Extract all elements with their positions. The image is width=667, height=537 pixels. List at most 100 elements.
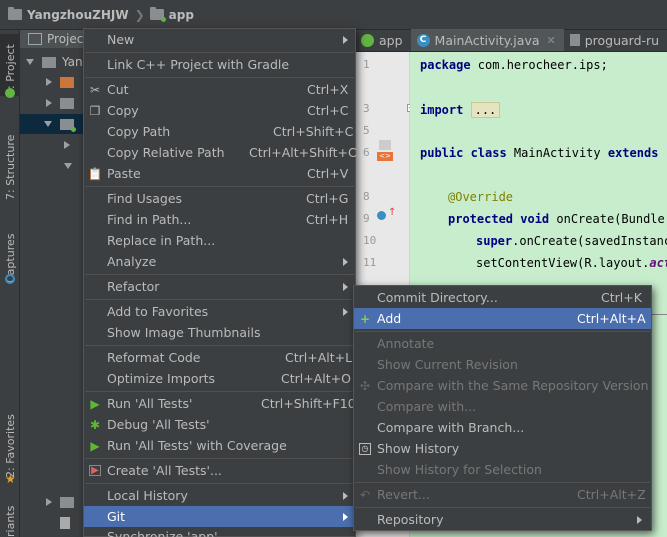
run-icon: ▶ [90, 396, 100, 411]
captures-icon [5, 274, 15, 284]
menu-item-label: Git [107, 509, 126, 524]
expand-arrow-icon[interactable] [26, 59, 34, 65]
menu-item-run-all-tests[interactable]: ▶ Run 'All Tests' Ctrl+Shift+F10 [84, 393, 355, 414]
tab-app[interactable]: app [355, 29, 411, 51]
submenu-arrow-icon [343, 491, 348, 500]
menu-item-show-image-thumbnails[interactable]: Show Image Thumbnails [84, 322, 355, 343]
menu-item-label: Annotate [377, 336, 435, 351]
breadcrumb-project[interactable]: YangzhouZHJW [8, 7, 129, 22]
file-icon [60, 517, 70, 529]
favorites-tool-tab-label: 2: Favorites [3, 414, 17, 478]
menu-item-local-history[interactable]: Local History [84, 485, 355, 506]
tab-main-activity[interactable]: C MainActivity.java ✕ [410, 29, 564, 51]
line-number: 5 [363, 124, 370, 137]
folded-imports[interactable]: ... [470, 102, 501, 118]
coverage-icon: ▶ [90, 438, 100, 453]
menu-item-label: Create 'All Tests'... [107, 463, 222, 478]
menu-item-run-with-coverage[interactable]: ▶ Run 'All Tests' with Coverage [84, 435, 355, 456]
menu-item-cut[interactable]: ✂ Cut Ctrl+X [84, 79, 355, 100]
menu-item-compare-with-branch[interactable]: Compare with Branch... [354, 417, 651, 438]
keyword: package [420, 58, 471, 72]
set-content-call: setContentView(R.layout. [476, 256, 650, 270]
menu-item-show-history[interactable]: ◷ Show History [354, 438, 651, 459]
package-name: com.herocheer.ips; [470, 58, 608, 72]
build-variants-tool-tab[interactable]: riants [0, 504, 20, 537]
menu-item-label: Find Usages [107, 191, 183, 206]
menu-item-add[interactable]: + Add Ctrl+Alt+A [354, 308, 651, 329]
structure-tool-tab[interactable]: 7: Structure [0, 120, 20, 200]
android-manifest-icon [379, 140, 391, 150]
android-icon [5, 88, 15, 98]
editor-tab-bar: app C MainActivity.java ✕ proguard-ru [355, 29, 667, 52]
keyword: extends [607, 146, 659, 160]
menu-item-annotate: Annotate [354, 333, 651, 354]
menu-item-label: Show History [377, 441, 460, 456]
code-line-oncreate: protected void onCreate(Bundle [448, 212, 665, 226]
menu-item-copy-path[interactable]: Copy Path Ctrl+Shift+C [84, 121, 355, 142]
menu-item-refactor[interactable]: Refactor [84, 276, 355, 297]
code-line-package: package com.herocheer.ips; [420, 58, 608, 72]
folder-icon [60, 97, 74, 109]
menu-item-synchronize[interactable]: Synchronize 'app' [84, 527, 355, 537]
menu-item-copy[interactable]: ❐ Copy Ctrl+C [84, 100, 355, 121]
menu-item-commit-directory[interactable]: Commit Directory... Ctrl+K [354, 287, 651, 308]
compare-icon: ✣ [359, 378, 371, 393]
module-folder-icon [60, 118, 76, 132]
menu-item-label: Find in Path... [107, 212, 192, 227]
menu-item-shortcut: Ctrl+G [306, 191, 349, 206]
menu-item-analyze[interactable]: Analyze [84, 251, 355, 272]
menu-item-link-cpp[interactable]: Link C++ Project with Gradle [84, 54, 355, 75]
code-line-super: super.onCreate(savedInstanc [476, 234, 667, 248]
expand-arrow-icon[interactable] [64, 163, 72, 169]
menu-item-git[interactable]: Git [84, 506, 355, 527]
project-view-icon [28, 33, 42, 45]
menu-item-debug-all-tests[interactable]: ✱ Debug 'All Tests' [84, 414, 355, 435]
implements-arrow-icon[interactable]: ↑ [388, 207, 396, 218]
close-icon[interactable]: ✕ [547, 34, 556, 47]
menu-item-create-all-tests[interactable]: ▶ Create 'All Tests'... [84, 460, 355, 481]
menu-item-add-to-favorites[interactable]: Add to Favorites [84, 301, 355, 322]
project-context-menu: New Link C++ Project with Gradle ✂ Cut C… [83, 28, 357, 537]
menu-item-label: Show Image Thumbnails [107, 325, 261, 340]
menu-item-find-usages[interactable]: Find Usages Ctrl+G [84, 188, 355, 209]
layout-icon[interactable]: <> [377, 152, 393, 161]
collapse-arrow-icon[interactable] [46, 498, 52, 506]
android-icon [361, 33, 374, 47]
favorites-tool-tab[interactable]: 2: Favorites [0, 406, 20, 478]
menu-item-copy-relative-path[interactable]: Copy Relative Path Ctrl+Alt+Shift+C [84, 142, 357, 163]
menu-separator [85, 391, 354, 392]
folder-icon [42, 56, 56, 68]
menu-item-new[interactable]: New [84, 29, 355, 50]
menu-separator [85, 483, 354, 484]
collapse-arrow-icon[interactable] [46, 99, 52, 107]
add-icon: + [359, 311, 371, 326]
menu-item-replace-in-path[interactable]: Replace in Path... [84, 230, 355, 251]
menu-item-label: Show Current Revision [377, 357, 518, 372]
breadcrumb-module[interactable]: app [149, 7, 194, 22]
collapse-arrow-icon[interactable] [46, 78, 52, 86]
menu-separator [355, 331, 650, 332]
tab-proguard[interactable]: proguard-ru [564, 29, 667, 51]
expand-arrow-icon[interactable] [44, 121, 52, 127]
menu-item-label: Add [377, 311, 402, 326]
menu-item-reformat-code[interactable]: Reformat Code Ctrl+Alt+L [84, 347, 355, 368]
code-line-class: public class MainActivity extends [420, 146, 658, 160]
menu-item-optimize-imports[interactable]: Optimize Imports Ctrl+Alt+O [84, 368, 355, 389]
keyword: public class [420, 146, 507, 160]
menu-item-paste[interactable]: 📋 Paste Ctrl+V [84, 163, 355, 184]
menu-item-shortcut: Ctrl+Shift+C [273, 124, 354, 139]
menu-item-shortcut: Ctrl+H [306, 212, 349, 227]
breadcrumb-module-label: app [168, 7, 194, 22]
override-icon[interactable] [377, 211, 386, 220]
menu-item-shortcut: Ctrl+X [307, 82, 349, 97]
menu-item-shortcut: Ctrl+V [307, 166, 349, 181]
submenu-arrow-icon [343, 35, 348, 44]
menu-item-repository[interactable]: Repository [354, 509, 651, 530]
menu-item-shortcut: Ctrl+Alt+Z [577, 487, 646, 502]
menu-item-compare-with: Compare with... [354, 396, 651, 417]
project-tool-tab[interactable]: 1: Project [0, 34, 20, 96]
menu-item-shortcut: Ctrl+K [601, 290, 642, 305]
project-panel-title: Projec [47, 32, 84, 46]
menu-item-find-in-path[interactable]: Find in Path... Ctrl+H [84, 209, 355, 230]
collapse-arrow-icon[interactable] [64, 141, 70, 149]
